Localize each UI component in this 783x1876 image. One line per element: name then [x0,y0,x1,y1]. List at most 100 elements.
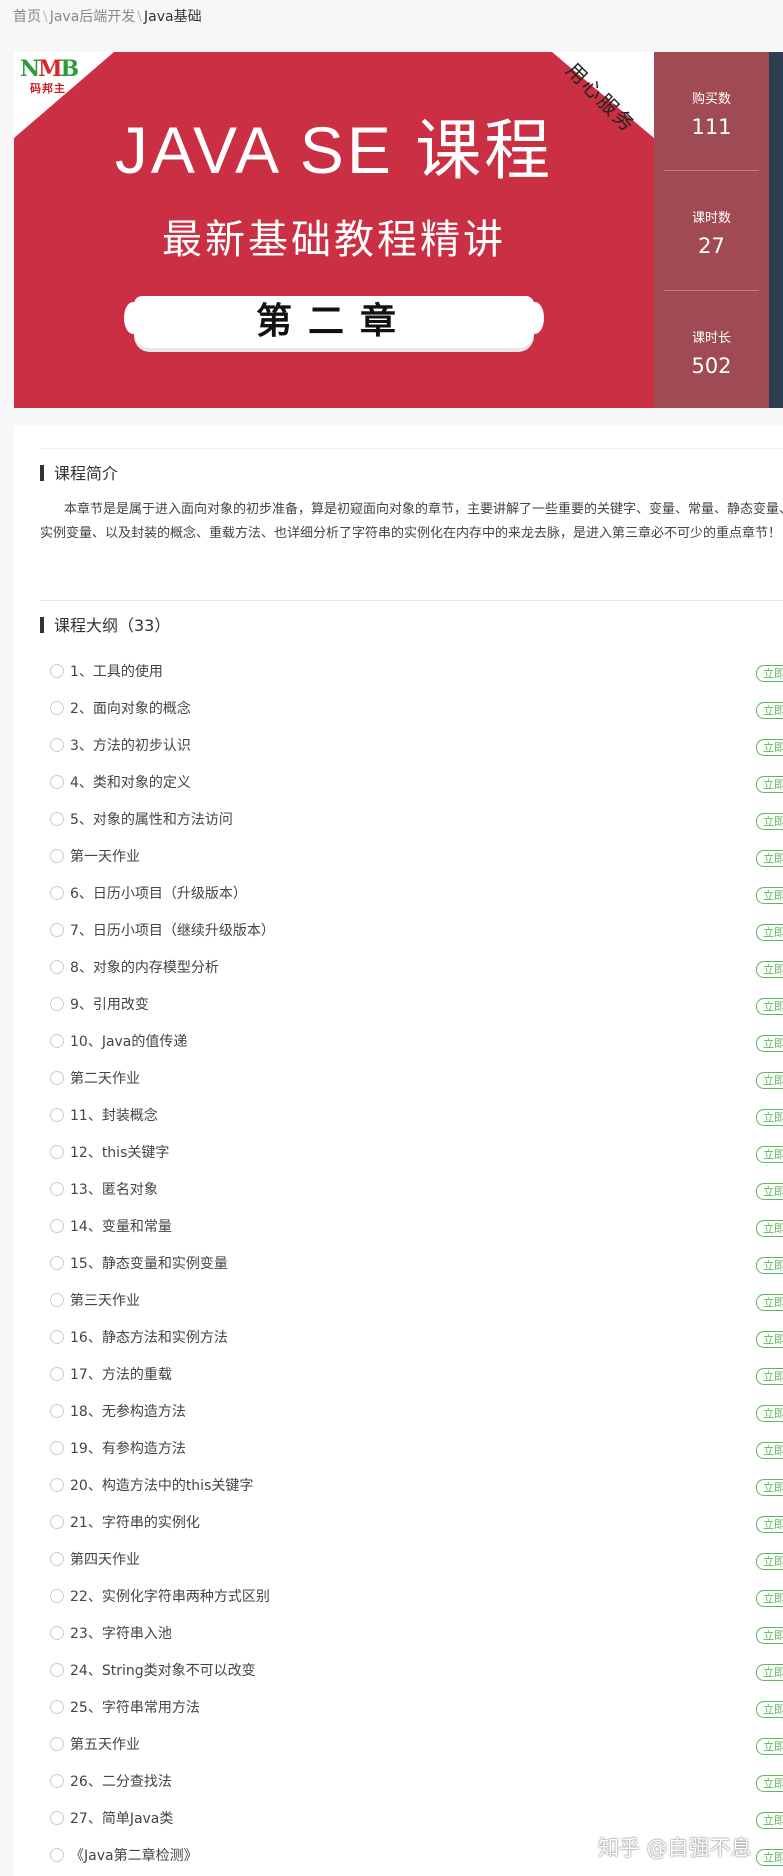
radio-circle-icon[interactable] [50,1293,64,1307]
lesson-item[interactable]: 20、构造方法中的this关键字 立即学习 [50,1468,783,1505]
radio-circle-icon[interactable] [50,1256,64,1270]
lesson-item[interactable]: 19、有参构造方法 立即学习 [50,1431,783,1468]
lesson-item[interactable]: 26、二分查找法 立即学习 [50,1764,783,1801]
lesson-item[interactable]: 2、面向对象的概念 立即学习 [50,691,783,728]
radio-circle-icon[interactable] [50,701,64,715]
radio-circle-icon[interactable] [50,1552,64,1566]
radio-circle-icon[interactable] [50,1774,64,1788]
start-learning-button[interactable]: 立即学习 [756,1849,783,1866]
radio-circle-icon[interactable] [50,664,64,678]
radio-circle-icon[interactable] [50,1367,64,1381]
start-learning-button[interactable]: 立即学习 [756,1294,783,1311]
radio-circle-icon[interactable] [50,849,64,863]
start-learning-button[interactable]: 立即学习 [756,1220,783,1237]
start-learning-button[interactable]: 立即学习 [756,1516,783,1533]
start-learning-button[interactable]: 立即学习 [756,1072,783,1089]
start-learning-button[interactable]: 立即学习 [756,1479,783,1496]
start-learning-button[interactable]: 立即学习 [756,665,783,682]
radio-circle-icon[interactable] [50,1848,64,1862]
radio-circle-icon[interactable] [50,1034,64,1048]
start-learning-button[interactable]: 立即学习 [756,1775,783,1792]
lesson-item[interactable]: 3、方法的初步认识 立即学习 [50,728,783,765]
lesson-item[interactable]: 5、对象的属性和方法访问 立即学习 [50,802,783,839]
lesson-item[interactable]: 第四天作业 立即学习 [50,1542,783,1579]
radio-circle-icon[interactable] [50,1145,64,1159]
lesson-item[interactable]: 16、静态方法和实例方法 立即学习 [50,1320,783,1357]
lesson-item[interactable]: 12、this关键字 立即学习 [50,1135,783,1172]
start-learning-button[interactable]: 立即学习 [756,1405,783,1422]
radio-circle-icon[interactable] [50,1478,64,1492]
start-learning-button[interactable]: 立即学习 [756,1146,783,1163]
start-learning-button[interactable]: 立即学习 [756,1368,783,1385]
lesson-item[interactable]: 13、匿名对象 立即学习 [50,1172,783,1209]
radio-circle-icon[interactable] [50,1737,64,1751]
radio-circle-icon[interactable] [50,775,64,789]
start-learning-button[interactable]: 立即学习 [756,739,783,756]
radio-circle-icon[interactable] [50,1071,64,1085]
start-learning-button[interactable]: 立即学习 [756,1257,783,1274]
radio-circle-icon[interactable] [50,1589,64,1603]
radio-circle-icon[interactable] [50,1330,64,1344]
radio-circle-icon[interactable] [50,1515,64,1529]
lesson-item[interactable]: 9、引用改变 立即学习 [50,987,783,1024]
radio-circle-icon[interactable] [50,960,64,974]
start-learning-button[interactable]: 立即学习 [756,1183,783,1200]
start-learning-button[interactable]: 立即学习 [756,1627,783,1644]
breadcrumb-category[interactable]: Java后端开发 [50,9,136,25]
lesson-item[interactable]: 11、封装概念 立即学习 [50,1098,783,1135]
lesson-item[interactable]: 6、日历小项目（升级版本） 立即学习 [50,876,783,913]
breadcrumb-home[interactable]: 首页 [13,9,41,25]
lesson-item[interactable]: 25、字符串常用方法 立即学习 [50,1690,783,1727]
start-learning-button[interactable]: 立即学习 [756,887,783,904]
lesson-item[interactable]: 22、实例化字符串两种方式区别 立即学习 [50,1579,783,1616]
start-learning-button[interactable]: 立即学习 [756,813,783,830]
lesson-item[interactable]: 第三天作业 立即学习 [50,1283,783,1320]
start-learning-button[interactable]: 立即学习 [756,776,783,793]
start-learning-button[interactable]: 立即学习 [756,1664,783,1681]
lesson-item[interactable]: 第五天作业 立即学习 [50,1727,783,1764]
radio-circle-icon[interactable] [50,886,64,900]
start-learning-button[interactable]: 立即学习 [756,1701,783,1718]
lesson-item[interactable]: 24、String类对象不可以改变 立即学习 [50,1653,783,1690]
start-learning-button[interactable]: 立即学习 [756,998,783,1015]
start-learning-button[interactable]: 立即学习 [756,1738,783,1755]
radio-circle-icon[interactable] [50,1626,64,1640]
radio-circle-icon[interactable] [50,812,64,826]
radio-circle-icon[interactable] [50,1811,64,1825]
radio-circle-icon[interactable] [50,1700,64,1714]
start-learning-button[interactable]: 立即学习 [756,961,783,978]
start-learning-button[interactable]: 立即学习 [756,1812,783,1829]
radio-circle-icon[interactable] [50,1404,64,1418]
lesson-item[interactable]: 14、变量和常量 立即学习 [50,1209,783,1246]
start-learning-button[interactable]: 立即学习 [756,850,783,867]
start-learning-button[interactable]: 立即学习 [756,1553,783,1570]
lesson-item[interactable]: 15、静态变量和实例变量 立即学习 [50,1246,783,1283]
lesson-item[interactable]: 8、对象的内存模型分析 立即学习 [50,950,783,987]
start-learning-button[interactable]: 立即学习 [756,1109,783,1126]
lesson-item[interactable]: 第二天作业 立即学习 [50,1061,783,1098]
radio-circle-icon[interactable] [50,1108,64,1122]
start-learning-button[interactable]: 立即学习 [756,1590,783,1607]
start-learning-button[interactable]: 立即学习 [756,1442,783,1459]
lesson-item[interactable]: 23、字符串入池 立即学习 [50,1616,783,1653]
lesson-item[interactable]: 17、方法的重载 立即学习 [50,1357,783,1394]
radio-circle-icon[interactable] [50,1182,64,1196]
radio-circle-icon[interactable] [50,997,64,1011]
lesson-item[interactable]: 10、Java的值传递 立即学习 [50,1024,783,1061]
radio-circle-icon[interactable] [50,1663,64,1677]
radio-circle-icon[interactable] [50,923,64,937]
lesson-item[interactable]: 第一天作业 立即学习 [50,839,783,876]
lesson-item[interactable]: 1、工具的使用 立即学习 [50,654,783,691]
radio-circle-icon[interactable] [50,738,64,752]
lesson-title: 1、工具的使用 [70,664,163,680]
start-learning-button[interactable]: 立即学习 [756,1331,783,1348]
radio-circle-icon[interactable] [50,1441,64,1455]
lesson-item[interactable]: 7、日历小项目（继续升级版本） 立即学习 [50,913,783,950]
lesson-item[interactable]: 18、无参构造方法 立即学习 [50,1394,783,1431]
start-learning-button[interactable]: 立即学习 [756,924,783,941]
start-learning-button[interactable]: 立即学习 [756,1035,783,1052]
lesson-item[interactable]: 4、类和对象的定义 立即学习 [50,765,783,802]
lesson-item[interactable]: 21、字符串的实例化 立即学习 [50,1505,783,1542]
start-learning-button[interactable]: 立即学习 [756,702,783,719]
radio-circle-icon[interactable] [50,1219,64,1233]
